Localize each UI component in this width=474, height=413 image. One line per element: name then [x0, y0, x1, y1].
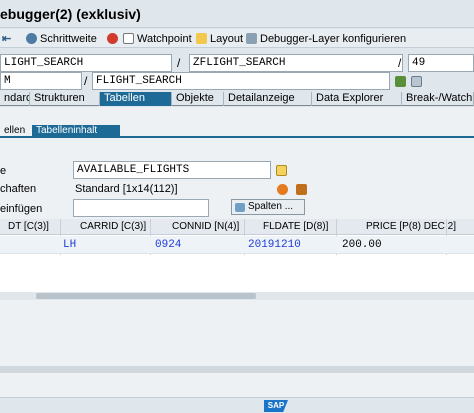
stop-button[interactable] [107, 31, 118, 46]
line-field[interactable]: 49 [408, 54, 474, 72]
program-field[interactable]: LIGHT_SEARCH [0, 54, 172, 72]
source-row-1: LIGHT_SEARCH / ZFLIGHT_SEARCH / 49 [0, 54, 474, 74]
cell-carrid[interactable]: LH [63, 239, 76, 251]
sap-logo: SAP [264, 400, 288, 412]
debugger-layer-label: Debugger-Layer konfigurieren [260, 32, 407, 45]
table-name-label: e [0, 165, 7, 177]
tab-data-explorer[interactable]: Data Explorer [312, 92, 402, 106]
table-content-grid: DT [C(3)] CARRID [C(3)] CONNID [N(4)] FL… [0, 219, 474, 299]
navigate-icon[interactable] [395, 76, 406, 87]
columns-button[interactable]: Spalten ... [231, 199, 305, 215]
properties-tree-icon[interactable] [296, 184, 307, 195]
columns-button-label: Spalten ... [248, 201, 294, 212]
grid-header-col-1[interactable]: DT [C(3)] [8, 221, 49, 232]
include-field[interactable]: ZFLIGHT_SEARCH [189, 54, 403, 72]
table-subtabs: ellen Tabelleninhalt [0, 125, 474, 138]
grid-header-col-5[interactable]: PRICE [P(8) DEC 2] [366, 221, 456, 232]
tab-structures[interactable]: Strukturen [30, 92, 100, 106]
display-icon[interactable] [411, 76, 422, 87]
layout-icon [196, 33, 207, 44]
cell-price: 200.00 [342, 239, 382, 251]
status-bar: SAP [0, 397, 474, 413]
step-size-button[interactable]: Schrittweite [26, 31, 97, 46]
scrollbar-thumb[interactable] [36, 293, 256, 299]
properties-label: chaften [0, 183, 37, 195]
cell-fldate[interactable]: 20191210 [248, 239, 301, 251]
step-size-icon [26, 33, 37, 44]
debugger-toolbar: ⇤ Schrittweite Watchpoint Layout Debugge… [0, 29, 474, 48]
table-name-input[interactable]: AVAILABLE_FLIGHTS [73, 161, 271, 179]
insert-label: einfügen [0, 203, 43, 215]
layout-button[interactable]: Layout [196, 31, 243, 46]
grid-header-col-4[interactable]: FLDATE [D(8)] [263, 221, 328, 232]
insert-input[interactable] [73, 199, 209, 217]
stop-icon [107, 33, 118, 44]
subtab-table-content[interactable]: Tabelleninhalt [32, 125, 120, 138]
properties-edit-icon[interactable] [277, 184, 288, 195]
event-type-field[interactable]: M [0, 72, 82, 90]
tab-objects[interactable]: Objekte [172, 92, 224, 106]
layout-label: Layout [210, 32, 244, 45]
splitter-bar[interactable] [0, 366, 474, 373]
subtab-tables[interactable]: ellen [0, 125, 32, 138]
source-row-2: M / FLIGHT_SEARCH [0, 72, 474, 92]
jump-icon: ⇤ [2, 33, 12, 45]
grid-header: DT [C(3)] CARRID [C(3)] CONNID [N(4)] FL… [0, 219, 474, 235]
layer-icon [246, 33, 257, 44]
event-name-field[interactable]: FLIGHT_SEARCH [92, 72, 390, 90]
watchpoint-icon [123, 33, 134, 44]
grid-header-col-2[interactable]: CARRID [C(3)] [80, 221, 146, 232]
watchpoint-button[interactable]: Watchpoint [123, 31, 192, 46]
tab-detail-display[interactable]: Detailanzeige [224, 92, 312, 106]
grid-header-col-3[interactable]: CONNID [N(4)] [172, 221, 239, 232]
cell-connid[interactable]: 0924 [155, 239, 181, 251]
tab-standard[interactable]: ndard [0, 92, 30, 106]
step-size-label: Schrittweite [40, 32, 97, 45]
tool-tabs: ndard Strukturen Tabellen Objekte Detail… [0, 92, 474, 106]
tab-tables[interactable]: Tabellen [100, 92, 172, 106]
debugger-layer-button[interactable]: Debugger-Layer konfigurieren [246, 31, 406, 46]
columns-icon [235, 202, 245, 212]
watchpoint-label: Watchpoint [137, 32, 192, 45]
table-select-icon[interactable] [276, 165, 287, 176]
title-bar: ebugger(2) (exklusiv) [0, 0, 474, 28]
tab-break-watchpoints[interactable]: Break-/Watchpoints [402, 92, 474, 106]
toolbar-jump-icon[interactable]: ⇤ [2, 31, 11, 46]
properties-value: Standard [1x14(112)] [75, 183, 178, 195]
grid-horizontal-scrollbar[interactable] [0, 292, 474, 300]
window-title: ebugger(2) (exklusiv) [0, 6, 141, 22]
table-row[interactable]: LH 0924 20191210 200.00 [0, 236, 474, 254]
